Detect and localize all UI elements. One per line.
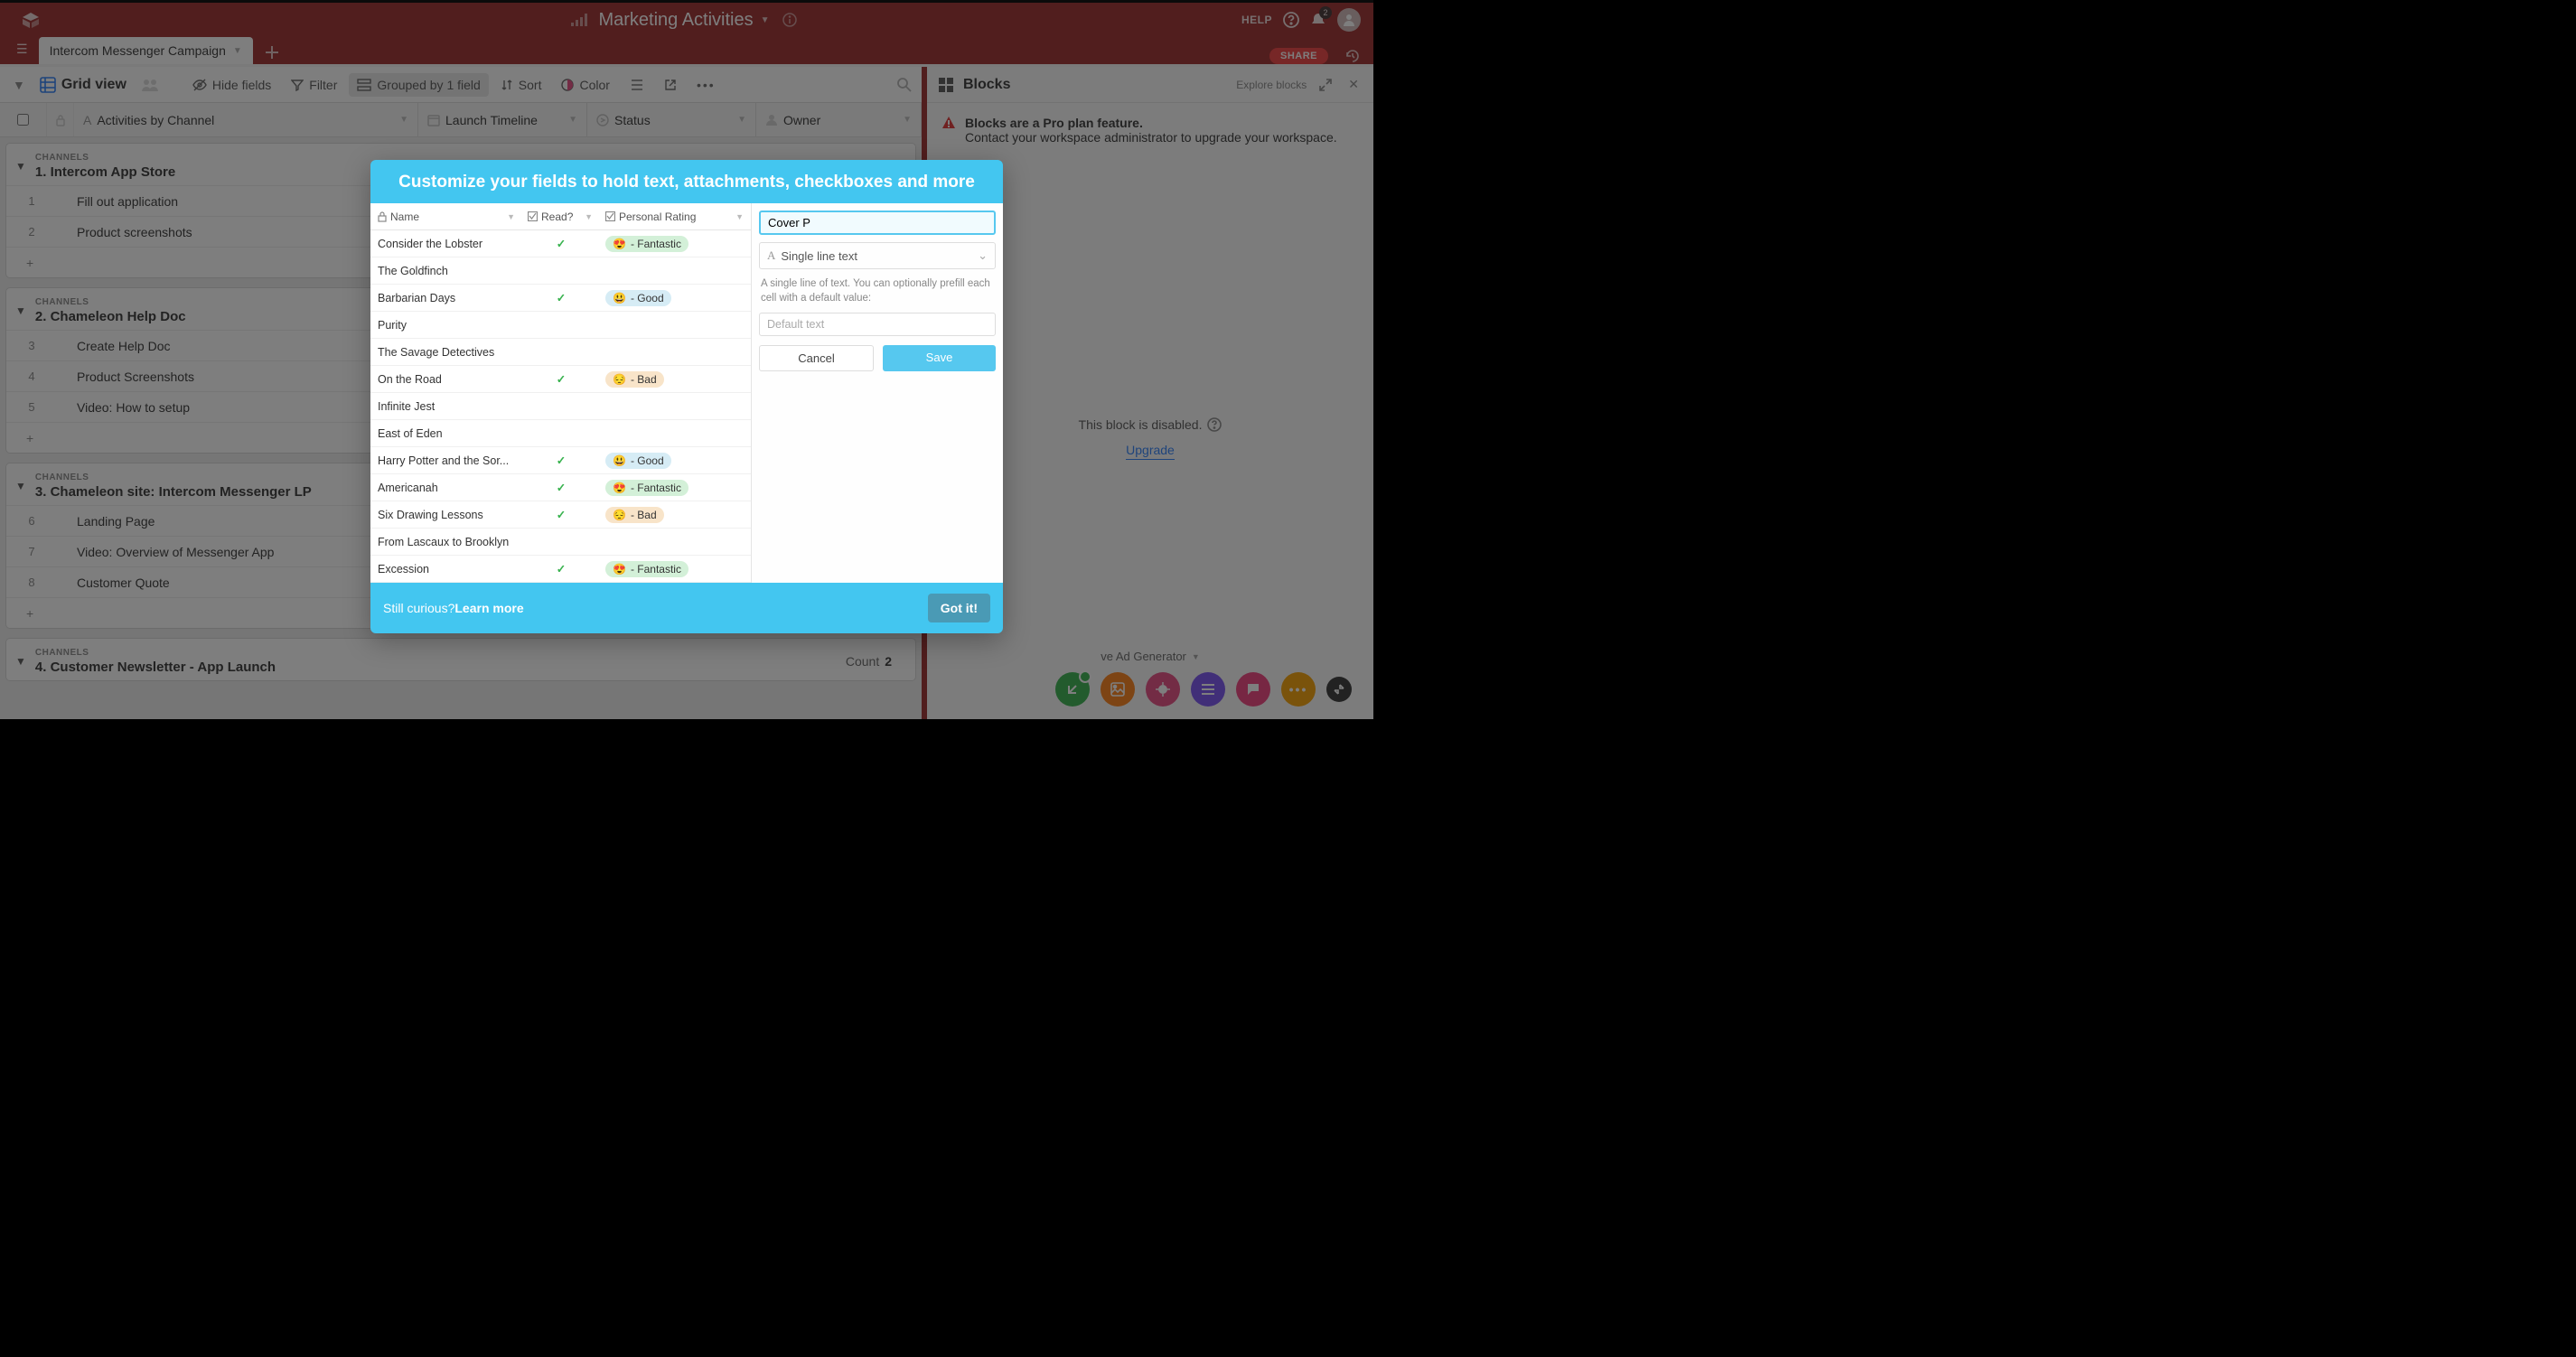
- learn-more-link[interactable]: Learn more: [454, 601, 523, 615]
- field-type-select[interactable]: A Single line text ⌄: [759, 242, 996, 269]
- example-row: Infinite Jest: [370, 393, 751, 420]
- checkbox-icon: [605, 211, 615, 221]
- cell-name: On the Road: [370, 373, 522, 386]
- cell-read: ✓: [522, 508, 600, 521]
- rating-pill: 😍- Fantastic: [605, 561, 688, 577]
- field-config-panel: A Single line text ⌄ A single line of te…: [752, 203, 1003, 583]
- cell-name: Excession: [370, 563, 522, 576]
- cell-rating: 😍- Fantastic: [600, 480, 751, 496]
- example-row: Six Drawing Lessons ✓ 😔- Bad: [370, 501, 751, 529]
- example-row: From Lascaux to Brooklyn: [370, 529, 751, 556]
- lock-icon: [378, 211, 387, 222]
- cell-name: From Lascaux to Brooklyn: [370, 536, 522, 548]
- cell-name: The Savage Detectives: [370, 346, 522, 359]
- cell-read: ✓: [522, 481, 600, 494]
- cell-rating: 😔- Bad: [600, 371, 751, 388]
- field-desc: A single line of text. You can optionall…: [761, 276, 994, 305]
- cancel-button[interactable]: Cancel: [759, 345, 874, 371]
- example-row: Excession ✓ 😍- Fantastic: [370, 556, 751, 583]
- cell-name: Six Drawing Lessons: [370, 509, 522, 521]
- modal-title: Customize your fields to hold text, atta…: [370, 160, 1003, 203]
- rating-pill: 😔- Bad: [605, 507, 664, 523]
- example-row: East of Eden: [370, 420, 751, 447]
- example-row: Americanah ✓ 😍- Fantastic: [370, 474, 751, 501]
- cell-rating: 😃- Good: [600, 453, 751, 469]
- cell-rating: 😍- Fantastic: [600, 561, 751, 577]
- example-row: Barbarian Days ✓ 😃- Good: [370, 285, 751, 312]
- cell-read: ✓: [522, 237, 600, 250]
- cell-name: Consider the Lobster: [370, 238, 522, 250]
- cell-rating: 😔- Bad: [600, 507, 751, 523]
- rating-pill: 😔- Bad: [605, 371, 664, 388]
- example-row: The Savage Detectives: [370, 339, 751, 366]
- rating-pill: 😍- Fantastic: [605, 480, 688, 496]
- field-name-input[interactable]: [759, 211, 996, 235]
- cell-read: ✓: [522, 291, 600, 304]
- cell-name: The Goldfinch: [370, 265, 522, 277]
- example-row: Harry Potter and the Sor... ✓ 😃- Good: [370, 447, 751, 474]
- cell-read: ✓: [522, 562, 600, 576]
- cell-name: Infinite Jest: [370, 400, 522, 413]
- default-text-input[interactable]: [759, 313, 996, 336]
- cell-name: Americanah: [370, 482, 522, 494]
- rating-pill: 😍- Fantastic: [605, 236, 688, 252]
- rating-pill: 😃- Good: [605, 453, 671, 469]
- cell-read: ✓: [522, 372, 600, 386]
- cell-name: Barbarian Days: [370, 292, 522, 304]
- got-it-button[interactable]: Got it!: [928, 594, 990, 622]
- cell-read: ✓: [522, 454, 600, 467]
- checkbox-icon: [528, 211, 538, 221]
- example-grid: Name▼ Read?▼ Personal Rating▼ Consider t…: [370, 203, 752, 583]
- rating-pill: 😃- Good: [605, 290, 671, 306]
- cell-name: East of Eden: [370, 427, 522, 440]
- modal-footer: Still curious? Learn more Got it!: [370, 583, 1003, 633]
- cell-rating: 😃- Good: [600, 290, 751, 306]
- cell-name: Purity: [370, 319, 522, 332]
- example-row: Purity: [370, 312, 751, 339]
- save-button[interactable]: Save: [883, 345, 996, 371]
- onboarding-modal: Customize your fields to hold text, atta…: [370, 160, 1003, 633]
- example-row: On the Road ✓ 😔- Bad: [370, 366, 751, 393]
- cell-rating: 😍- Fantastic: [600, 236, 751, 252]
- example-row: Consider the Lobster ✓ 😍- Fantastic: [370, 230, 751, 257]
- cell-name: Harry Potter and the Sor...: [370, 454, 522, 467]
- example-row: The Goldfinch: [370, 257, 751, 285]
